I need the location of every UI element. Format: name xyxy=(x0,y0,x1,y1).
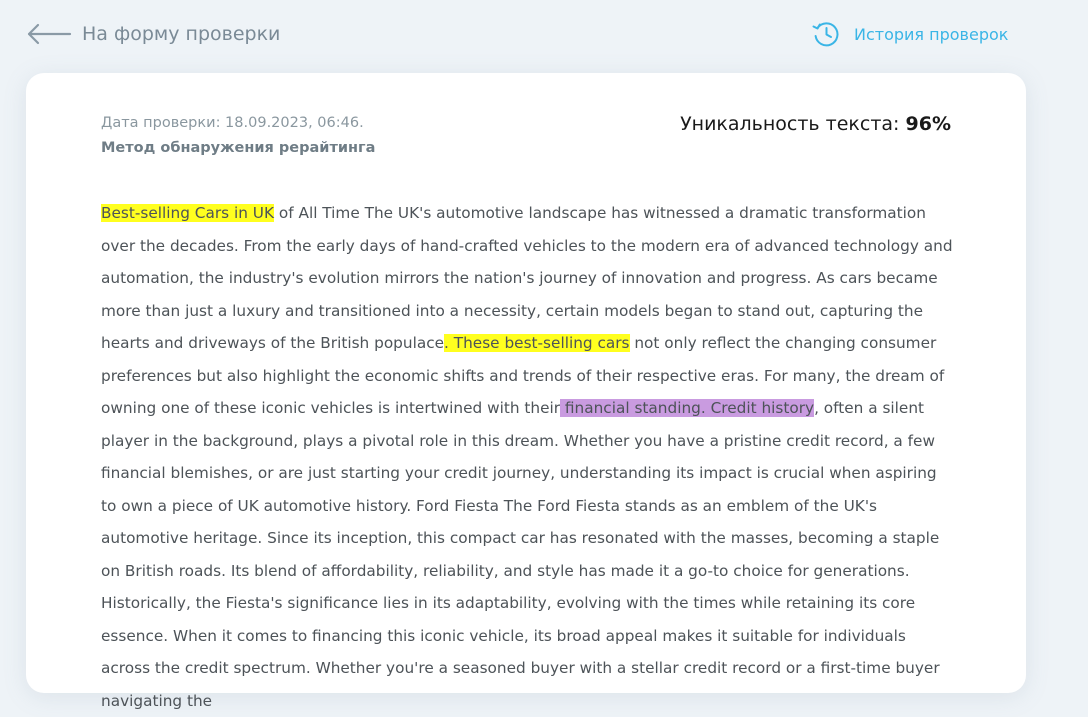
detection-method: Метод обнаружения рерайтинга xyxy=(101,140,376,156)
text-segment: , often a silent player in the backgroun… xyxy=(101,399,940,710)
text-segment-highlighted-alt: financial standing. Credit history xyxy=(560,399,815,417)
text-segment: of All Time The UK's automotive landscap… xyxy=(101,204,953,352)
text-segment-highlighted: . These best-selling cars xyxy=(444,334,630,352)
history-link[interactable]: История проверок xyxy=(811,18,1008,50)
history-clock-icon xyxy=(812,22,839,47)
checked-text: Best-selling Cars in UK of All Time The … xyxy=(101,197,956,717)
text-segment-highlighted: Best-selling Cars in UK xyxy=(101,204,275,222)
history-link-label: История проверок xyxy=(854,24,1009,44)
top-bar: На форму проверки История проверок xyxy=(0,0,1088,70)
uniqueness-label: Уникальность текста: xyxy=(680,113,906,135)
back-link-label: На форму проверки xyxy=(82,23,281,45)
report-card: Дата проверки: 18.09.2023, 06:46. Метод … xyxy=(26,73,1026,710)
uniqueness-indicator: Уникальность текста: 96% xyxy=(680,113,951,135)
back-to-form-link[interactable]: На форму проверки xyxy=(26,18,280,50)
uniqueness-value: 96% xyxy=(905,113,951,135)
check-date: Дата проверки: 18.09.2023, 06:46. xyxy=(101,115,364,131)
arrow-left-icon xyxy=(27,23,72,45)
